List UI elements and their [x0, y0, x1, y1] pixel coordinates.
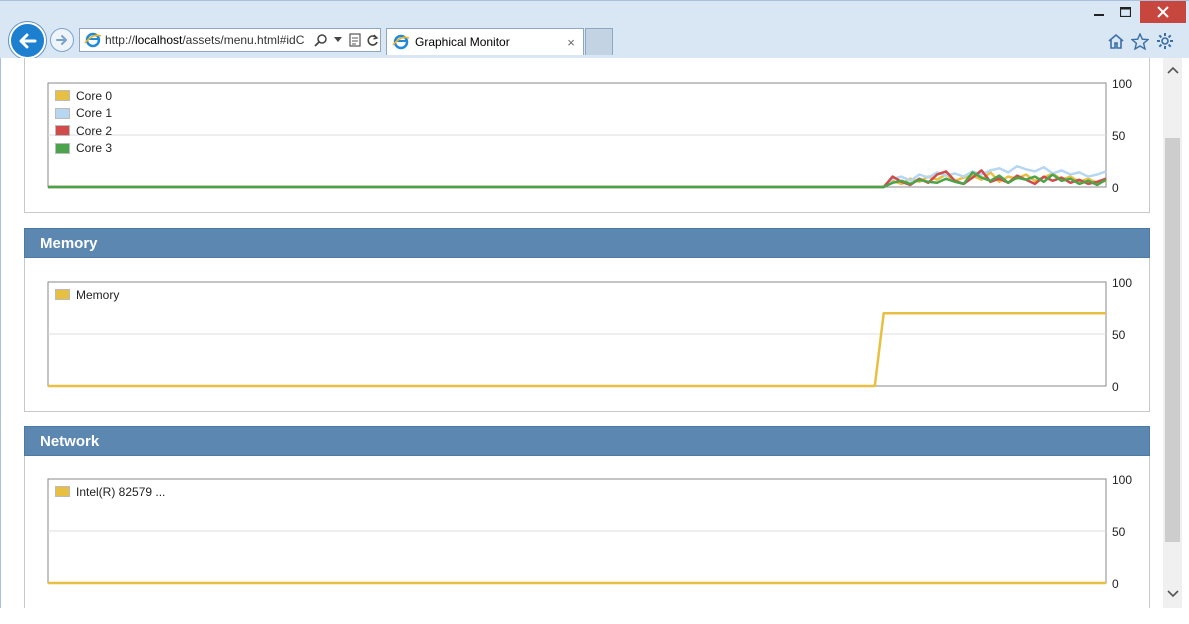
legend-swatch — [55, 107, 70, 119]
y-tick-label: 50 — [1112, 525, 1126, 539]
memory-panel-body: 100 50 0 Memory — [24, 258, 1150, 412]
y-tick-label: 100 — [1112, 276, 1132, 290]
address-bar[interactable]: http://localhost/assets/menu.html#idC — [79, 28, 381, 52]
y-tick-label: 0 — [1112, 181, 1119, 195]
legend-label: Memory — [76, 287, 120, 302]
url-host: localhost — [134, 33, 183, 47]
legend-swatch — [55, 90, 70, 102]
browser-chrome: http://localhost/assets/menu.html#idC Gr… — [0, 0, 1189, 59]
legend-swatch — [55, 289, 70, 301]
memory-panel-title: Memory — [24, 228, 1150, 258]
settings-gear-icon[interactable] — [1155, 31, 1175, 51]
cpu-chart: 100 50 0 — [47, 77, 1132, 195]
minimize-button[interactable] — [1086, 1, 1112, 23]
arrow-right-icon — [56, 35, 67, 45]
minimize-icon — [1094, 14, 1104, 16]
legend-item-core-2: Core 2 — [55, 122, 112, 140]
forward-button[interactable] — [50, 28, 74, 52]
network-panel: Network 100 50 0 Intel(R) 82579 ... — [24, 426, 1150, 610]
dropdown-arrow-icon[interactable] — [330, 32, 346, 48]
ie-tab-icon — [392, 34, 410, 50]
ie-page-icon — [84, 32, 102, 48]
network-chart: 100 50 0 — [47, 473, 1132, 591]
cpu-panel: 100 50 0 Core 0 Core 1 Core 2 Core 3 — [24, 58, 1150, 213]
scrollbar-thumb[interactable] — [1165, 138, 1180, 542]
legend-item-core-1: Core 1 — [55, 105, 112, 123]
cpu-legend: Core 0 Core 1 Core 2 Core 3 — [55, 87, 112, 157]
url-path: /assets/menu.html#idC — [182, 33, 305, 47]
y-tick-label: 100 — [1112, 77, 1132, 91]
maximize-icon — [1119, 7, 1131, 17]
url-prefix: http:// — [104, 33, 135, 47]
legend-item-memory: Memory — [55, 286, 119, 304]
tab-graphical-monitor[interactable]: Graphical Monitor × — [386, 28, 584, 55]
y-tick-label: 0 — [1112, 380, 1119, 394]
vertical-scrollbar[interactable] — [1163, 58, 1182, 608]
memory-legend: Memory — [55, 286, 119, 304]
cpu-panel-body: 100 50 0 Core 0 Core 1 Core 2 Core 3 — [24, 58, 1150, 213]
address-url[interactable]: http://localhost/assets/menu.html#idC — [105, 33, 312, 47]
close-window-button[interactable] — [1140, 1, 1186, 23]
scroll-down-button[interactable] — [1163, 584, 1182, 604]
window-bottom-edge — [0, 608, 1189, 624]
y-tick-label: 50 — [1112, 129, 1126, 143]
scroll-up-button[interactable] — [1163, 60, 1182, 80]
legend-item-core-3: Core 3 — [55, 140, 112, 158]
tab-title: Graphical Monitor — [415, 35, 510, 49]
close-icon — [1157, 6, 1169, 18]
chevron-up-icon — [1166, 66, 1179, 74]
search-icon[interactable] — [313, 32, 329, 48]
legend-label: Core 3 — [76, 141, 113, 156]
network-legend: Intel(R) 82579 ... — [55, 483, 165, 501]
network-panel-title: Network — [24, 426, 1150, 456]
y-tick-label: 50 — [1112, 328, 1126, 342]
legend-label: Core 1 — [76, 106, 113, 121]
home-icon[interactable] — [1106, 31, 1126, 51]
compatibility-view-icon[interactable] — [347, 32, 363, 48]
tab-close-icon[interactable]: × — [564, 35, 578, 50]
favorites-star-icon[interactable] — [1130, 31, 1150, 51]
new-tab-button[interactable] — [585, 28, 613, 55]
page-viewport: 100 50 0 Core 0 Core 1 Core 2 Core 3 Memor… — [0, 58, 1189, 624]
legend-swatch — [55, 486, 70, 498]
legend-label: Core 0 — [76, 88, 113, 103]
legend-label: Core 2 — [76, 123, 113, 138]
refresh-icon[interactable] — [364, 32, 380, 48]
legend-label: Intel(R) 82579 ... — [76, 484, 166, 499]
legend-item-core-0: Core 0 — [55, 87, 112, 105]
legend-swatch — [55, 125, 70, 137]
memory-chart: 100 50 0 — [47, 276, 1132, 394]
y-tick-label: 0 — [1112, 577, 1119, 591]
maximize-button[interactable] — [1112, 1, 1138, 23]
legend-swatch — [55, 142, 70, 154]
chevron-down-icon — [1166, 590, 1179, 598]
legend-item-network-adapter: Intel(R) 82579 ... — [55, 483, 165, 501]
network-panel-body: 100 50 0 Intel(R) 82579 ... — [24, 456, 1150, 610]
y-tick-label: 100 — [1112, 473, 1132, 487]
arrow-left-icon — [19, 33, 36, 48]
memory-panel: Memory 100 50 0 Memory — [24, 228, 1150, 412]
back-button[interactable] — [9, 22, 46, 59]
